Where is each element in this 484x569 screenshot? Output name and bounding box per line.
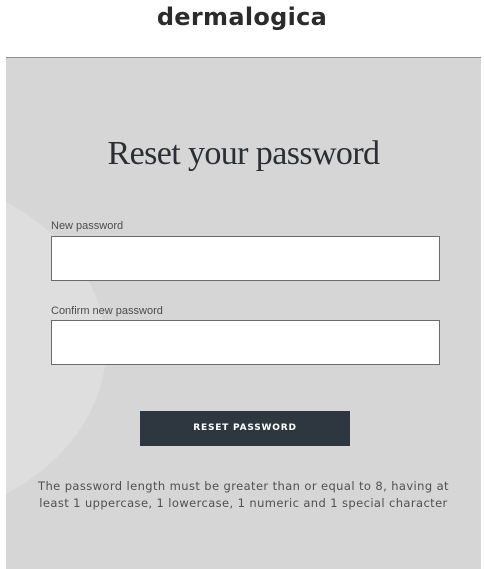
reset-password-button[interactable]: RESET PASSWORD [140,411,350,446]
confirm-password-field[interactable] [51,320,440,365]
new-password-field[interactable] [51,236,440,281]
password-requirements-hint: The password length must be greater than… [38,479,449,510]
reset-password-panel: Reset your password New password Confirm… [6,57,481,569]
confirm-password-label: Confirm new password [51,305,163,317]
new-password-label: New password [51,220,124,232]
page-title: Reset your password [107,135,380,172]
site-header: dermalogica [0,0,484,57]
brand-logo[interactable]: dermalogica [0,2,484,32]
